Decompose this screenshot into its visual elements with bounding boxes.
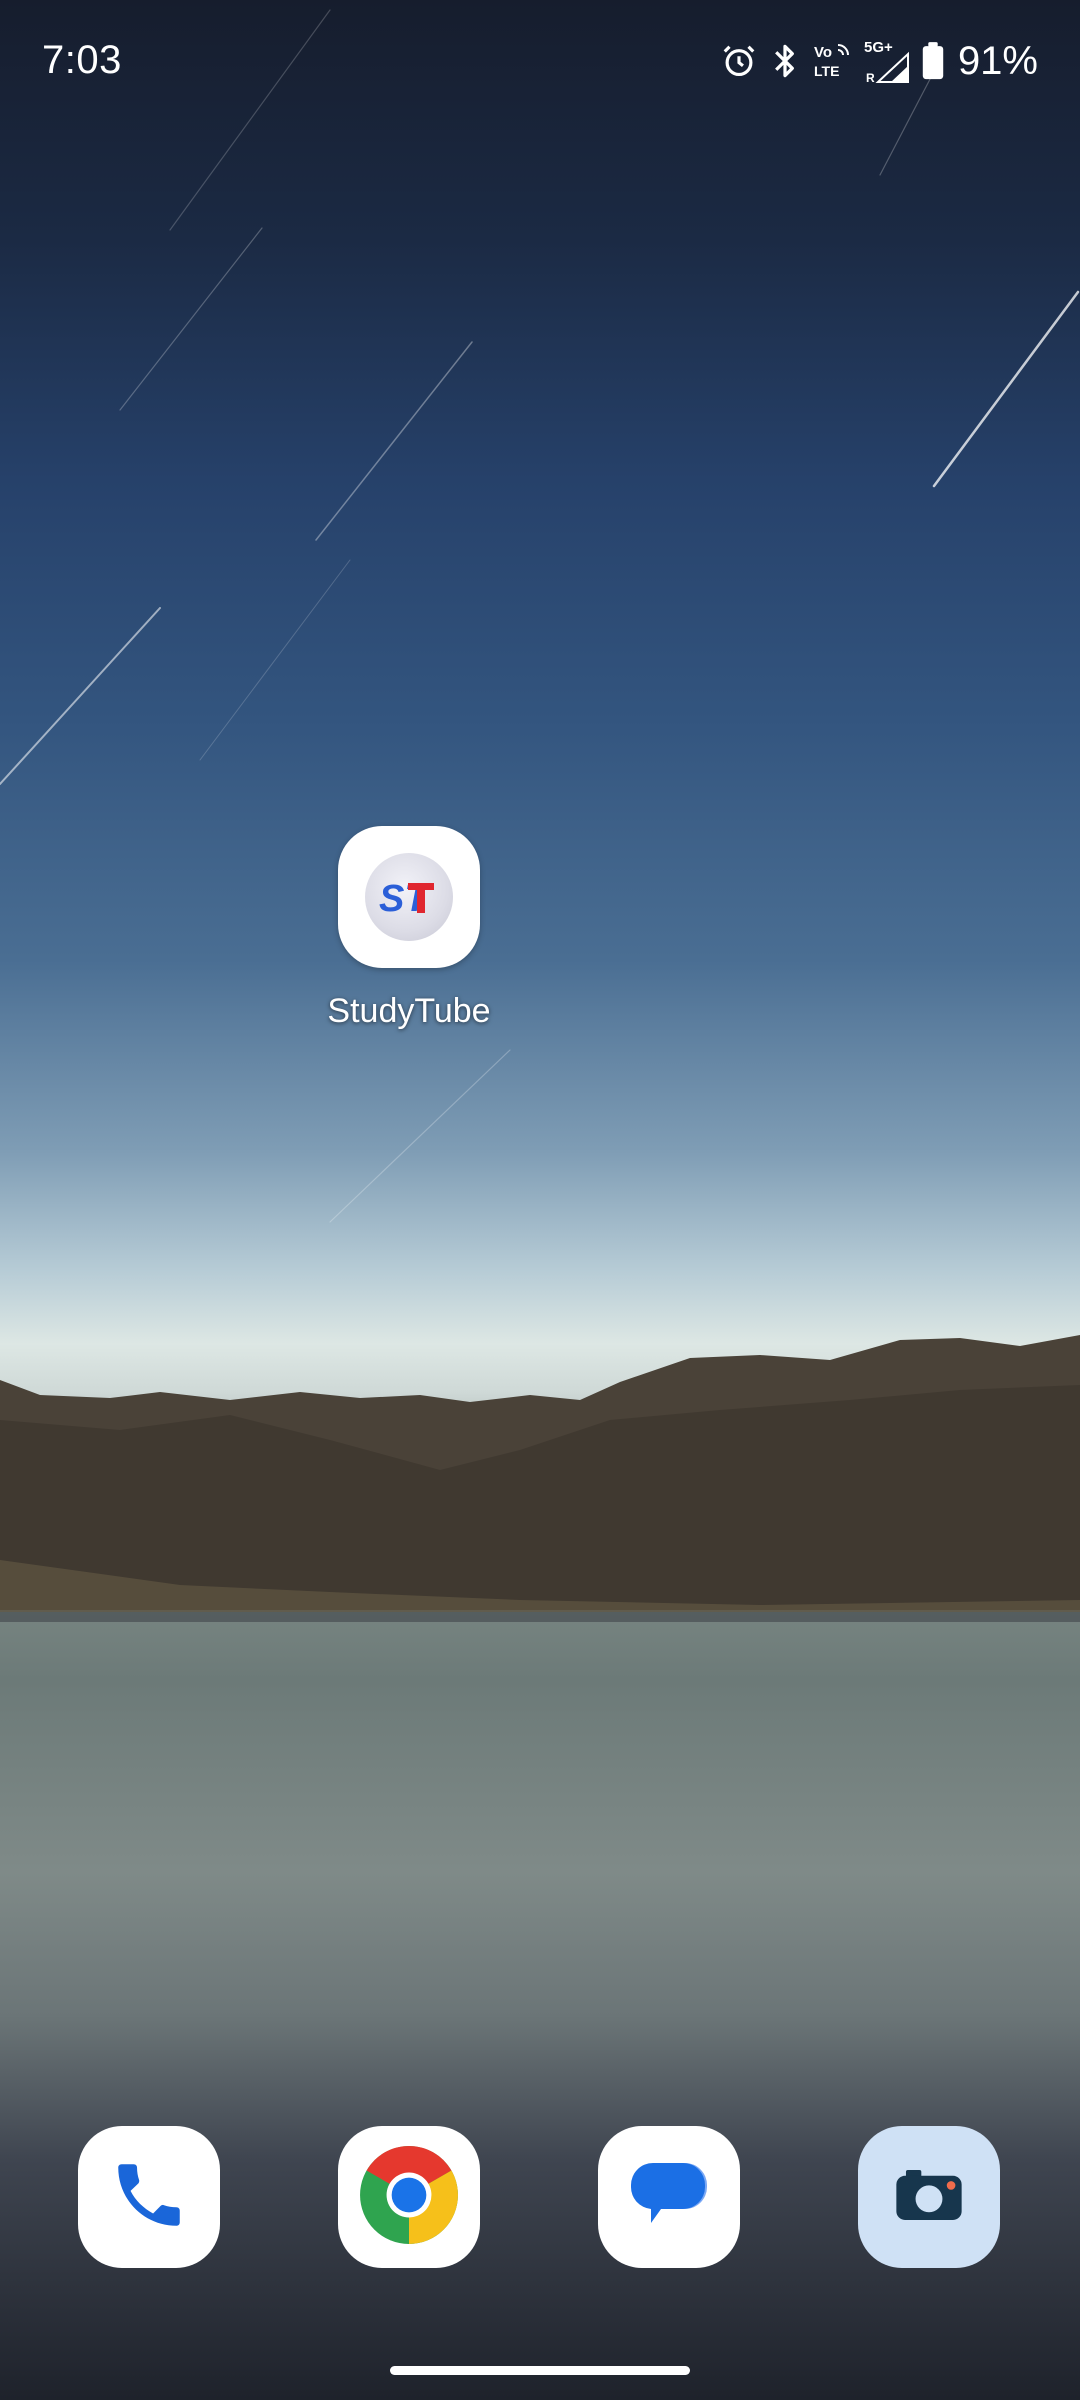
app-studytube[interactable]: ST StudyTube — [318, 826, 500, 1031]
svg-text:5G+: 5G+ — [864, 39, 893, 56]
alarm-icon — [720, 42, 758, 80]
bluetooth-icon — [770, 42, 800, 80]
svg-text:R: R — [866, 71, 875, 84]
battery-icon — [922, 42, 944, 80]
camera-icon — [881, 2147, 977, 2248]
home-screen: 7:03 Vo LTE 5G+ R 91% ST StudyTube — [0, 0, 1080, 2400]
gesture-nav-handle[interactable] — [390, 2366, 690, 2375]
wallpaper — [0, 9, 1080, 1622]
messages-icon — [619, 2145, 719, 2250]
signal-icon: 5G+ R — [864, 38, 910, 84]
studytube-icon[interactable]: ST — [338, 826, 480, 968]
svg-text:LTE: LTE — [814, 63, 839, 79]
studytube-logo: ST — [365, 853, 453, 941]
svg-text:Vo: Vo — [814, 44, 832, 61]
dock-phone[interactable] — [78, 2126, 220, 2268]
battery-percent: 91% — [957, 38, 1038, 83]
status-icons: Vo LTE 5G+ R 91% — [720, 36, 1038, 86]
chrome-icon — [358, 2144, 460, 2251]
volte-icon: Vo LTE — [812, 41, 852, 81]
dock — [0, 2126, 1080, 2268]
app-label-studytube: StudyTube — [327, 992, 491, 1030]
dock-chrome[interactable] — [338, 2126, 480, 2268]
studytube-logo-mark: ST — [379, 878, 434, 919]
status-bar: 7:03 Vo LTE 5G+ R 91% — [0, 0, 1080, 120]
phone-icon — [108, 2154, 190, 2241]
dock-messages[interactable] — [598, 2126, 740, 2268]
status-time: 7:03 — [42, 38, 122, 82]
dock-camera[interactable] — [858, 2126, 1000, 2268]
